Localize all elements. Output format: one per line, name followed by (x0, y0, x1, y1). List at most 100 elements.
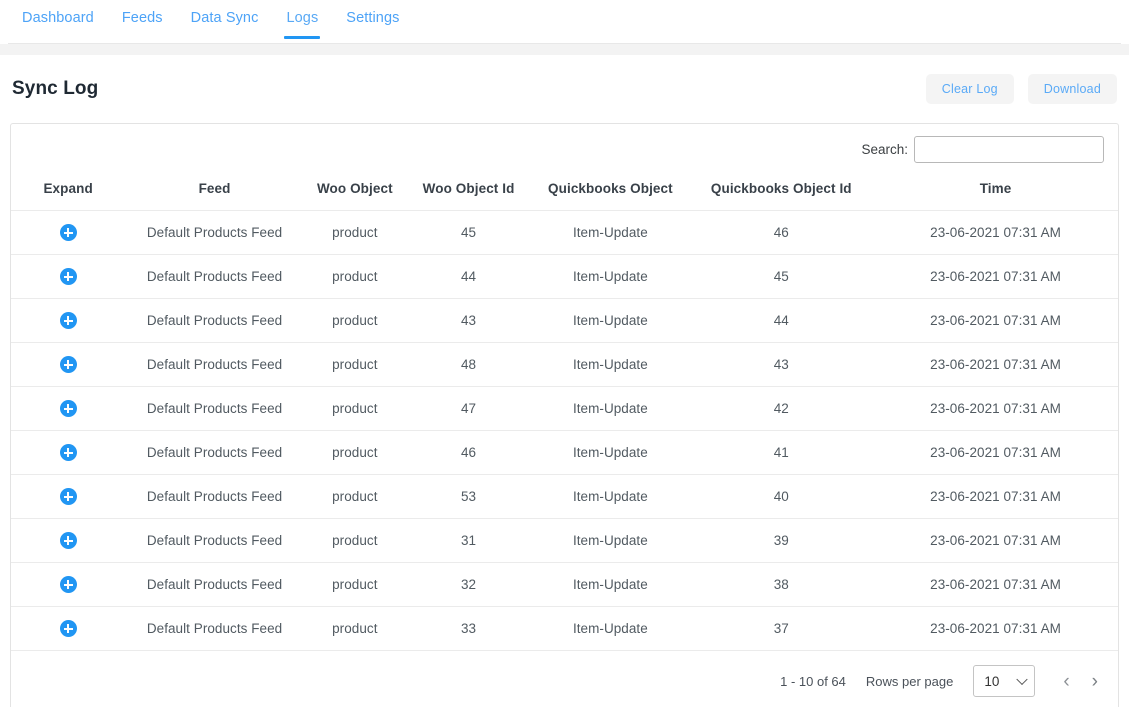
quickbooks-object-id-cell: 44 (689, 298, 874, 343)
pagination-range: 1 - 10 of 64 (780, 673, 846, 689)
column-header: Time (979, 181, 1012, 196)
time-cell: 23-06-2021 07:31 AM (873, 342, 1118, 387)
plus-circle-icon[interactable] (59, 312, 77, 329)
table-header-row: Expand Feed Woo Object Woo Object Id Quickbo… (11, 171, 1118, 211)
quickbooks-object-cell: Item-Update (531, 254, 690, 299)
tab-settings[interactable]: Settings (332, 0, 413, 38)
woo-object-cell: product (303, 210, 406, 255)
table-row: Default Products Feed product 33 Item-Updat… (11, 606, 1118, 650)
expand-cell (11, 254, 126, 299)
woo-object-id-cell: 31 (405, 518, 532, 563)
table-row: Default Products Feed product 46 Item-Updat… (11, 430, 1118, 475)
plus-circle-icon[interactable] (59, 268, 77, 285)
tab-logs[interactable]: Logs (272, 0, 332, 39)
next-page-button[interactable]: › (1088, 670, 1102, 693)
woo-object-id-cell: 45 (405, 210, 532, 255)
rows-per-page-wrap: 102550100 (973, 665, 1036, 697)
table-header: Expand Feed Woo Object Woo Object Id Quickbo… (11, 171, 1118, 211)
plus-circle-icon[interactable] (59, 532, 77, 549)
quickbooks-object-id-cell: 46 (689, 210, 874, 255)
plus-circle-icon[interactable] (59, 620, 77, 637)
feed-cell: Default Products Feed (125, 474, 304, 519)
section-divider-strip (0, 44, 1129, 55)
feed-cell: Default Products Feed (125, 430, 304, 475)
plus-circle-icon[interactable] (59, 444, 77, 461)
clear-log-button[interactable]: Clear Log (925, 73, 1014, 105)
tab-data-sync[interactable]: Data Sync (177, 0, 273, 38)
feed-cell: Default Products Feed (125, 254, 304, 299)
time-cell: 23-06-2021 07:31 AM (873, 430, 1118, 475)
woo-object-id-cell: 43 (405, 298, 532, 343)
expand-cell (11, 210, 126, 255)
active-tab-indicator (284, 36, 321, 39)
feed-cell: Default Products Feed (125, 210, 304, 255)
time-cell: 23-06-2021 07:31 AM (873, 386, 1118, 431)
plus-circle-icon[interactable] (59, 224, 77, 241)
download-button[interactable]: Download (1027, 73, 1117, 105)
main-tab-bar: Dashboard Feeds Data Sync Logs Settings (0, 0, 1129, 44)
quickbooks-object-id-cell: 38 (689, 562, 874, 607)
table-row: Default Products Feed product 32 Item-Updat… (11, 562, 1118, 607)
time-cell: 23-06-2021 07:31 AM (873, 606, 1118, 650)
feed-cell: Default Products Feed (125, 518, 304, 563)
rows-per-page-select[interactable]: 102550100 (973, 665, 1036, 697)
expand-cell (11, 386, 126, 431)
table-row: Default Products Feed product 48 Item-Updat… (11, 342, 1118, 387)
time-cell: 23-06-2021 07:31 AM (873, 518, 1118, 563)
log-table-card: Search: Expand Feed Woo Object Woo Object I… (10, 123, 1119, 707)
search-input[interactable] (914, 136, 1104, 163)
plus-circle-icon[interactable] (59, 400, 77, 417)
quickbooks-object-cell: Item-Update (531, 342, 690, 387)
woo-object-id-cell: 46 (405, 430, 532, 475)
page-content: Sync Log Clear Log Download Search: Expa… (0, 55, 1129, 707)
expand-cell (11, 606, 126, 650)
table-row: Default Products Feed product 47 Item-Updat… (11, 386, 1118, 431)
previous-page-button[interactable]: ‹ (1059, 670, 1073, 693)
page-header: Sync Log Clear Log Download (10, 55, 1119, 123)
search-row: Search: (11, 124, 1118, 171)
time-cell: 23-06-2021 07:31 AM (873, 562, 1118, 607)
woo-object-id-cell: 47 (405, 386, 532, 431)
plus-circle-icon[interactable] (59, 488, 77, 505)
woo-object-cell: product (303, 386, 406, 431)
feed-cell: Default Products Feed (125, 298, 304, 343)
plus-circle-icon[interactable] (59, 356, 77, 373)
tab-label: Data Sync (190, 10, 259, 26)
woo-object-id-cell: 53 (405, 474, 532, 519)
quickbooks-object-id-cell: 41 (689, 430, 874, 475)
search-label: Search: (861, 142, 908, 157)
woo-object-id-cell: 32 (405, 562, 532, 607)
quickbooks-object-id-cell: 40 (689, 474, 874, 519)
plus-circle-icon[interactable] (59, 576, 77, 593)
page-title: Sync Log (12, 78, 99, 99)
woo-object-cell: product (303, 518, 406, 563)
time-cell: 23-06-2021 07:31 AM (873, 298, 1118, 343)
tab-label: Logs (286, 10, 319, 26)
time-cell: 23-06-2021 07:31 AM (873, 254, 1118, 299)
table-row: Default Products Feed product 43 Item-Updat… (11, 298, 1118, 343)
header-actions: Clear Log Download (925, 73, 1117, 105)
column-header: Expand (43, 181, 93, 196)
table-row: Default Products Feed product 31 Item-Updat… (11, 518, 1118, 563)
sync-log-table: Expand Feed Woo Object Woo Object Id Quickbo… (11, 171, 1118, 650)
woo-object-cell: product (303, 430, 406, 475)
quickbooks-object-cell: Item-Update (531, 430, 690, 475)
rows-per-page-label: Rows per page (865, 673, 954, 689)
table-row: Default Products Feed product 53 Item-Updat… (11, 474, 1118, 519)
table-pagination: 1 - 10 of 64 Rows per page 102550100 ‹ › (11, 650, 1118, 707)
quickbooks-object-id-cell: 42 (689, 386, 874, 431)
woo-object-id-cell: 44 (405, 254, 532, 299)
tab-dashboard[interactable]: Dashboard (8, 0, 108, 38)
tab-feeds[interactable]: Feeds (108, 0, 177, 38)
column-header: Woo Object (316, 181, 393, 196)
expand-cell (11, 474, 126, 519)
pager-controls: ‹ › (1059, 670, 1102, 693)
table-body: Default Products Feed product 45 Item-Updat… (11, 210, 1118, 650)
woo-object-id-cell: 48 (405, 342, 532, 387)
quickbooks-object-cell: Item-Update (531, 518, 690, 563)
feed-cell: Default Products Feed (125, 342, 304, 387)
woo-object-cell: product (303, 562, 406, 607)
woo-object-id-cell: 33 (405, 606, 532, 650)
time-cell: 23-06-2021 07:31 AM (873, 474, 1118, 519)
feed-cell: Default Products Feed (125, 606, 304, 650)
